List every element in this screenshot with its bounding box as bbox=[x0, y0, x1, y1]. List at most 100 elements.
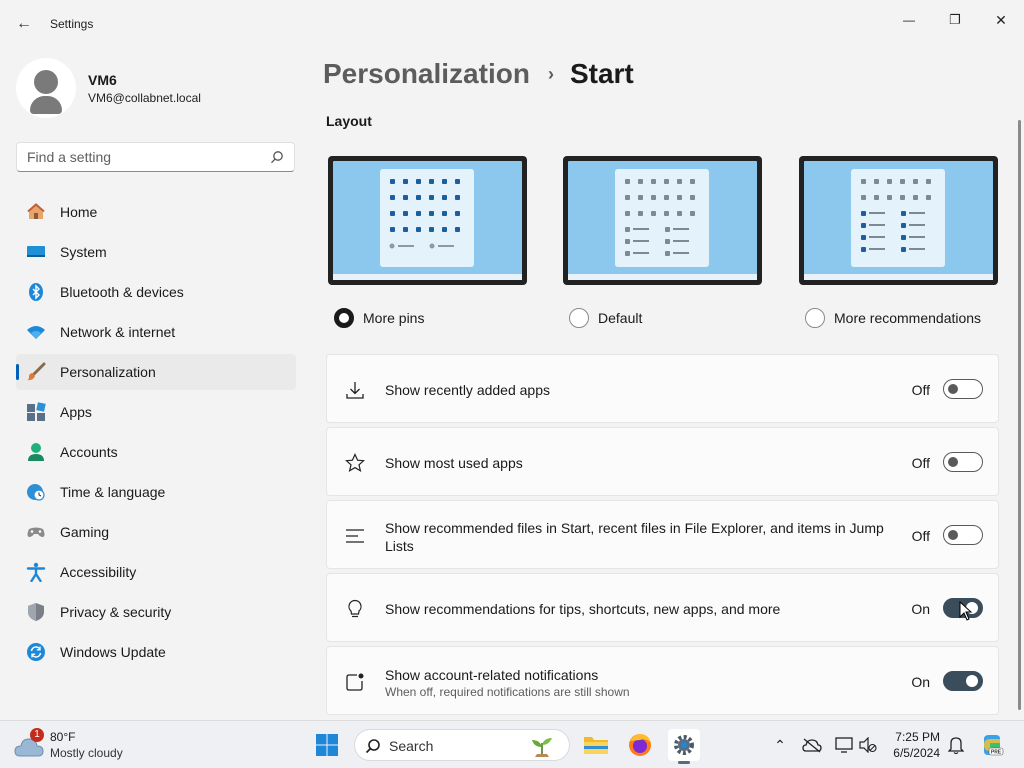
sidebar-item-label: Bluetooth & devices bbox=[60, 284, 184, 300]
sidebar-item-privacy-security[interactable]: Privacy & security bbox=[16, 594, 296, 630]
sidebar-item-bluetooth[interactable]: Bluetooth & devices bbox=[16, 274, 296, 310]
sidebar-item-system[interactable]: System bbox=[16, 234, 296, 270]
sidebar-item-network[interactable]: Network & internet bbox=[16, 314, 296, 350]
sidebar-item-label: Network & internet bbox=[60, 324, 176, 340]
toggle-switch[interactable] bbox=[943, 525, 983, 545]
close-button[interactable]: ✕ bbox=[978, 4, 1024, 36]
close-icon: ✕ bbox=[995, 11, 1007, 28]
setting-title: Show account-related notifications bbox=[385, 667, 599, 683]
toggle-state-label: On bbox=[911, 601, 930, 617]
layout-preview-more-recommendations[interactable] bbox=[799, 156, 998, 285]
sidebar-item-apps[interactable]: Apps bbox=[16, 394, 296, 430]
sidebar-item-label: Gaming bbox=[60, 524, 110, 540]
onedrive-tray-icon[interactable] bbox=[802, 735, 822, 755]
accounts-icon bbox=[26, 442, 46, 462]
maximize-button[interactable]: ❐ bbox=[932, 4, 978, 36]
toggle-switch[interactable] bbox=[943, 452, 983, 472]
sidebar-item-label: Apps bbox=[60, 404, 92, 420]
user-profile[interactable]: VM6 VM6@collabnet.local bbox=[16, 56, 296, 120]
search-input[interactable] bbox=[17, 143, 257, 171]
bell-icon bbox=[948, 737, 964, 754]
lightbulb-icon bbox=[348, 599, 362, 618]
sidebar-item-windows-update[interactable]: Windows Update bbox=[16, 634, 296, 670]
setting-label: Show most used apps bbox=[385, 455, 523, 471]
gamepad-icon bbox=[26, 522, 46, 542]
sidebar-item-label: Privacy & security bbox=[60, 604, 172, 620]
weather-widget[interactable]: 1 80°F Mostly cloudy bbox=[14, 728, 154, 762]
setting-label: Show recently added apps bbox=[385, 382, 550, 398]
taskbar-search-label: Search bbox=[389, 738, 434, 754]
taskbar-clock[interactable]: 7:25 PM 6/5/2024 bbox=[880, 729, 940, 761]
avatar bbox=[16, 58, 76, 118]
layout-option-more-pins[interactable]: More pins bbox=[334, 308, 424, 328]
star-icon bbox=[345, 453, 365, 473]
sidebar-item-label: System bbox=[60, 244, 107, 260]
radio-label: More recommendations bbox=[834, 310, 982, 326]
toggle-state-label: Off bbox=[911, 382, 930, 398]
sidebar-item-label: Time & language bbox=[60, 484, 166, 500]
toggle-state-label: Off bbox=[911, 455, 930, 471]
breadcrumb-parent[interactable]: Personalization bbox=[323, 58, 530, 90]
layout-preview-default[interactable] bbox=[563, 156, 762, 285]
radio-button[interactable] bbox=[805, 308, 825, 328]
wifi-icon bbox=[26, 322, 46, 342]
clock-date: 6/5/2024 bbox=[893, 746, 940, 760]
sidebar-item-gaming[interactable]: Gaming bbox=[16, 514, 296, 550]
chevron-up-icon: ⌃ bbox=[774, 736, 786, 753]
sidebar-item-time-language[interactable]: Time & language bbox=[16, 474, 296, 510]
clock-globe-icon bbox=[26, 482, 46, 502]
layout-option-more-recommendations[interactable]: More recommendations bbox=[805, 308, 981, 328]
sidebar-item-personalization[interactable]: Personalization bbox=[16, 354, 296, 390]
app-title: Settings bbox=[50, 17, 94, 31]
sidebar-item-home[interactable]: Home bbox=[16, 194, 296, 230]
copilot-button[interactable]: PRE bbox=[980, 733, 1004, 757]
section-title-layout: Layout bbox=[326, 113, 372, 129]
profile-email: VM6@collabnet.local bbox=[88, 91, 201, 105]
weather-condition: Mostly cloudy bbox=[50, 746, 123, 760]
back-button[interactable]: ← bbox=[10, 10, 38, 38]
weather-temperature: 80°F bbox=[50, 730, 76, 744]
toggle-switch[interactable] bbox=[943, 379, 983, 399]
show-hidden-icons-button[interactable]: ⌃ bbox=[770, 735, 790, 755]
setting-account-notifications: Show account-related notifications When … bbox=[326, 646, 999, 715]
taskbar: 1 80°F Mostly cloudy Search ⌃ 7:25 PM 6/… bbox=[0, 720, 1024, 768]
sidebar-item-label: Home bbox=[60, 204, 98, 220]
volume-tray-icon[interactable] bbox=[858, 735, 878, 755]
radio-label: Default bbox=[598, 310, 643, 326]
find-setting-search[interactable] bbox=[16, 142, 295, 172]
notification-badge: 1 bbox=[30, 728, 44, 742]
layout-option-default[interactable]: Default bbox=[569, 308, 642, 328]
speaker-muted-icon bbox=[859, 737, 877, 753]
network-tray-icon[interactable] bbox=[834, 735, 854, 755]
minimize-icon: — bbox=[903, 13, 915, 27]
windows-logo-icon bbox=[316, 734, 338, 756]
file-explorer-button[interactable] bbox=[580, 729, 612, 761]
setting-label: Show recommended files in Start, recent … bbox=[385, 520, 884, 554]
taskbar-search[interactable]: Search bbox=[354, 729, 570, 761]
breadcrumb: Personalization › Start bbox=[323, 58, 634, 90]
sidebar-item-accessibility[interactable]: Accessibility bbox=[16, 554, 296, 590]
sidebar-item-label: Windows Update bbox=[60, 644, 166, 660]
minimize-button[interactable]: — bbox=[886, 4, 932, 36]
sidebar-item-label: Accessibility bbox=[60, 564, 137, 580]
settings-taskbar-button[interactable] bbox=[668, 729, 700, 764]
firefox-button[interactable] bbox=[624, 729, 656, 761]
sidebar-item-accounts[interactable]: Accounts bbox=[16, 434, 296, 470]
brush-icon bbox=[26, 362, 46, 382]
apps-icon bbox=[26, 402, 46, 422]
start-button[interactable] bbox=[311, 729, 343, 761]
layout-preview-more-pins[interactable] bbox=[328, 156, 527, 285]
toggle-switch[interactable] bbox=[943, 671, 983, 691]
radio-button[interactable] bbox=[569, 308, 589, 328]
bluetooth-icon bbox=[26, 282, 46, 302]
mouse-cursor-icon bbox=[959, 601, 973, 621]
page-title: Start bbox=[569, 58, 634, 89]
list-icon bbox=[346, 529, 364, 543]
back-arrow-icon: ← bbox=[16, 15, 32, 32]
notification-center-button[interactable] bbox=[946, 735, 966, 755]
gear-icon bbox=[674, 735, 694, 755]
download-icon bbox=[346, 382, 364, 399]
setting-tips-recommendations: Show recommendations for tips, shortcuts… bbox=[326, 573, 999, 642]
radio-button-selected[interactable] bbox=[334, 308, 354, 328]
scrollbar[interactable] bbox=[1018, 120, 1021, 710]
